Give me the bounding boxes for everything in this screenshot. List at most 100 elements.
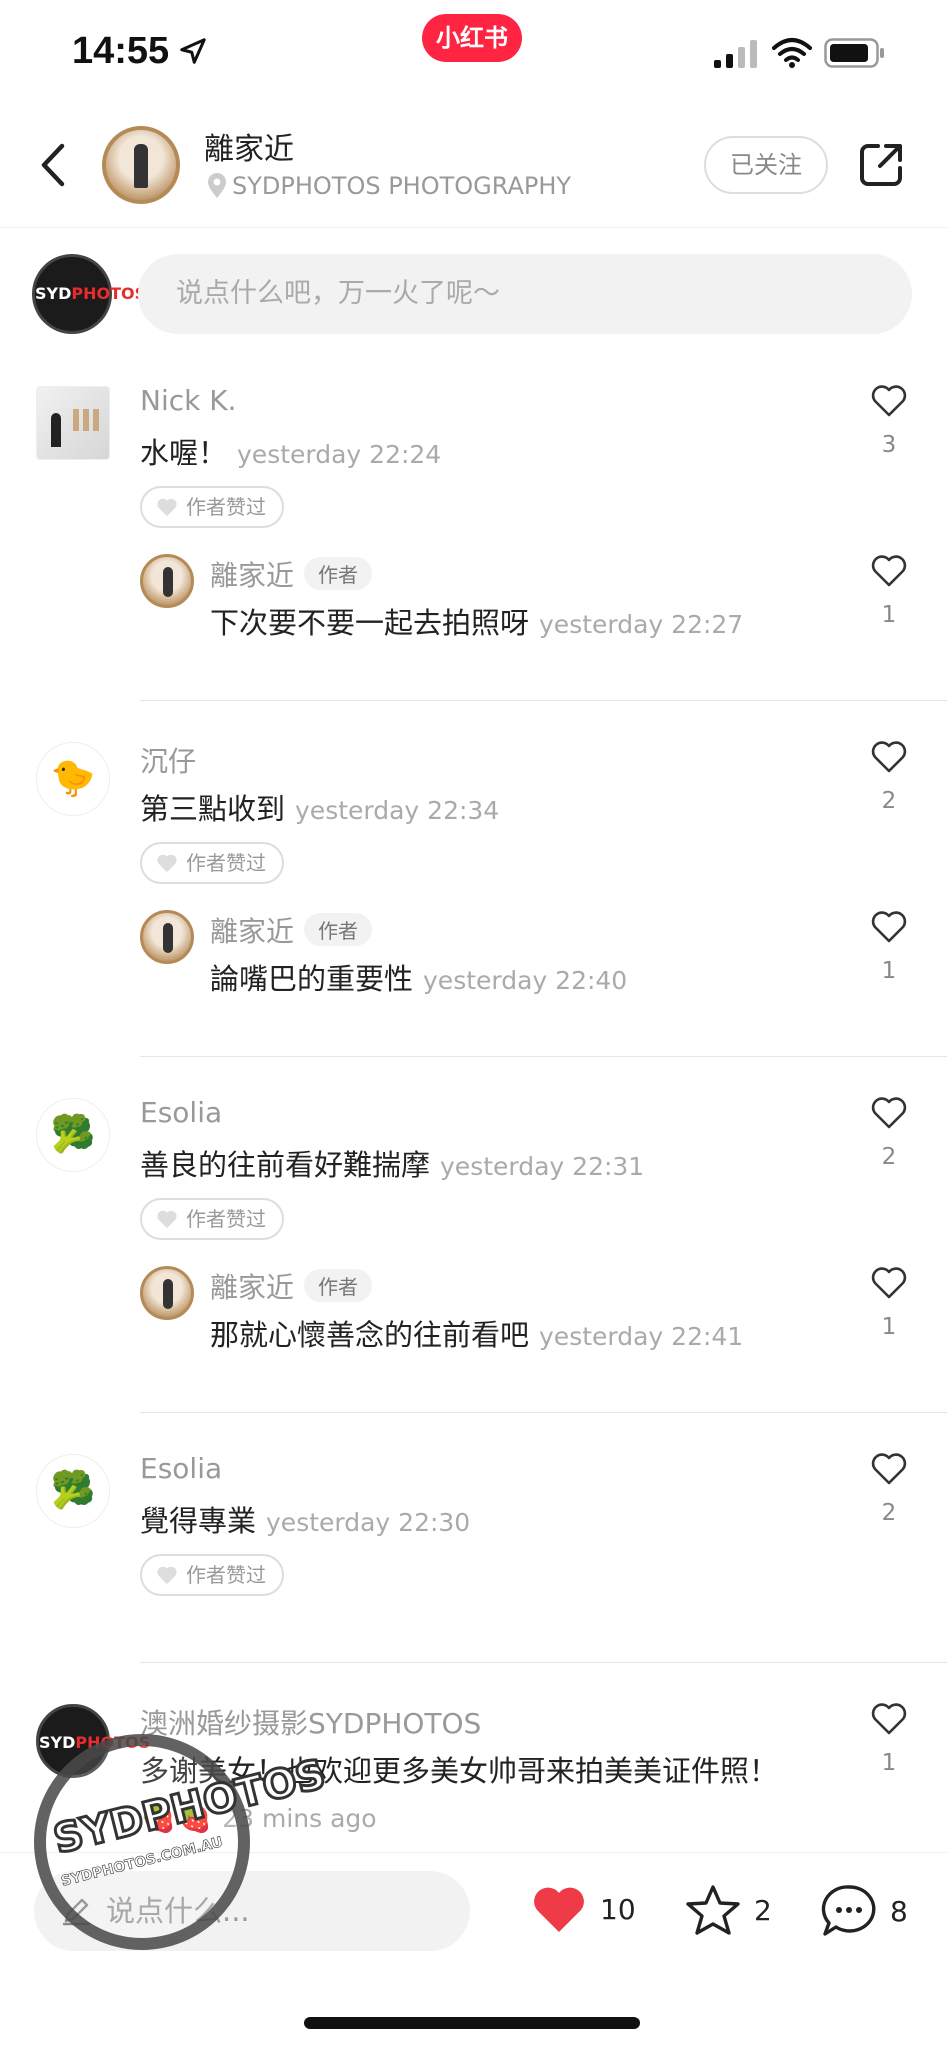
heart-outline-icon [871, 1097, 907, 1129]
comment-thread: 🥦 Esolia 善良的往前看好難揣摩 yesterday 22:31 作者赞过 … [0, 1082, 947, 1414]
like-count: 3 [881, 432, 897, 458]
post-like-button[interactable]: 10 [530, 1883, 636, 1935]
commenter-avatar[interactable] [36, 386, 110, 460]
post-comment-count: 8 [890, 1894, 908, 1928]
author-liked-badge: 作者赞过 [140, 842, 284, 884]
broccoli-icon: 🥦 [50, 1114, 96, 1155]
commenter-avatar[interactable]: 🐤 [36, 742, 110, 816]
comment-time: yesterday 22:34 [295, 796, 500, 825]
watermark-logo: SYDPHOTOS SYDPHOTOS.COM.AU [34, 1734, 331, 1950]
thread-divider [140, 1662, 947, 1663]
author-avatar[interactable] [102, 126, 180, 204]
status-time: 14:55 [72, 30, 170, 72]
like-count: 2 [881, 788, 897, 814]
post-header: 離家近 SYDPHOTOS PHOTOGRAPHY 已关注 [0, 100, 947, 228]
location-label: SYDPHOTOS PHOTOGRAPHY [232, 172, 572, 200]
comment-time: yesterday 22:31 [440, 1152, 645, 1181]
author-liked-badge: 作者赞过 [140, 1554, 284, 1596]
author-tag: 作者 [304, 913, 373, 946]
share-icon[interactable] [856, 140, 906, 190]
thread-spacer [0, 1058, 947, 1082]
heart-icon [157, 854, 177, 873]
comment-like-button[interactable]: 2 [867, 1096, 911, 1170]
comment-item: Nick K. 水喔！ yesterday 22:24 作者赞过 3 [0, 370, 947, 540]
like-count: 1 [881, 1750, 897, 1776]
reply-text[interactable]: 論嘴巴的重要性 yesterday 22:40 [210, 956, 627, 998]
heart-outline-icon [871, 1453, 907, 1485]
post-collect-count: 2 [754, 1893, 772, 1927]
author-liked-badge: 作者赞过 [140, 486, 284, 528]
comment-like-button[interactable]: 2 [867, 740, 911, 814]
reply-item: 離家近 作者 那就心懷善念的往前看吧 yesterday 22:41 1 [0, 1252, 947, 1414]
heart-icon [157, 498, 177, 517]
comment-thread: 🐤 沉仔 第三點收到 yesterday 22:34 作者赞过 2 離家近 作者 論… [0, 726, 947, 1058]
post-like-count: 10 [600, 1892, 636, 1926]
reply-time: yesterday 22:41 [539, 1322, 744, 1351]
comment-text[interactable]: 覺得專業 yesterday 22:30 [140, 1498, 470, 1540]
post-location[interactable]: SYDPHOTOS PHOTOGRAPHY [206, 172, 571, 200]
follow-button[interactable]: 已关注 [704, 136, 828, 194]
status-bar: 14:55 小红书 [0, 0, 947, 100]
reply-like-button[interactable]: 1 [867, 910, 911, 984]
heart-outline-icon [871, 741, 907, 773]
comment-composer: SYDPHOTOS 说点什么吧，万一火了呢～ [0, 252, 947, 336]
reply-like-button[interactable]: 1 [867, 554, 911, 628]
commenter-avatar[interactable]: 🥦 [36, 1098, 110, 1172]
replier-avatar[interactable] [140, 910, 194, 964]
star-icon [686, 1885, 740, 1935]
like-count: 1 [881, 958, 897, 984]
reply-like-button[interactable]: 1 [867, 1266, 911, 1340]
comment-time: yesterday 22:24 [237, 440, 442, 469]
like-count: 1 [881, 602, 897, 628]
wifi-icon [772, 38, 812, 68]
heart-icon [157, 1566, 177, 1585]
comment-input[interactable]: 说点什么吧，万一火了呢～ [138, 254, 912, 334]
reply-item: 離家近 作者 下次要不要一起去拍照呀 yesterday 22:27 1 [0, 540, 947, 702]
reply-time: yesterday 22:40 [423, 966, 628, 995]
replier-name[interactable]: 離家近 作者 [210, 1266, 373, 1306]
commenter-name[interactable]: 沉仔 [140, 740, 196, 780]
post-collect-button[interactable]: 2 [684, 1883, 772, 1937]
heart-outline-icon [871, 385, 907, 417]
commenter-avatar[interactable]: 🥦 [36, 1454, 110, 1528]
reply-text[interactable]: 下次要不要一起去拍照呀 yesterday 22:27 [210, 600, 743, 642]
back-arrow-icon[interactable] [36, 140, 70, 190]
thread-divider [140, 1056, 947, 1057]
author-tag: 作者 [304, 557, 373, 590]
heart-filled-icon [534, 1887, 584, 1932]
reply-text[interactable]: 那就心懷善念的往前看吧 yesterday 22:41 [210, 1312, 743, 1354]
replier-name[interactable]: 離家近 作者 [210, 910, 373, 950]
commenter-name[interactable]: Esolia [140, 1452, 222, 1485]
reply-time: yesterday 22:27 [539, 610, 744, 639]
thread-divider [140, 700, 947, 701]
comment-text[interactable]: 第三點收到 yesterday 22:34 [140, 786, 499, 828]
post-comment-button[interactable]: 8 [820, 1883, 908, 1939]
replier-avatar[interactable] [140, 1266, 194, 1320]
comment-item: 🥦 Esolia 覺得專業 yesterday 22:30 作者赞过 2 [0, 1438, 947, 1608]
chat-bubble-icon [821, 1885, 876, 1936]
comment-like-button[interactable]: 2 [867, 1452, 911, 1526]
like-count: 2 [881, 1144, 897, 1170]
heart-outline-icon [871, 1703, 907, 1735]
like-count: 2 [881, 1500, 897, 1526]
heart-outline-icon [871, 911, 907, 943]
thread-spacer [0, 1664, 947, 1688]
chick-icon: 🐤 [50, 758, 96, 799]
replier-avatar[interactable] [140, 554, 194, 608]
battery-icon [824, 38, 884, 68]
author-name[interactable]: 離家近 [204, 124, 294, 168]
like-count: 1 [881, 1314, 897, 1340]
comment-like-button[interactable]: 3 [867, 384, 911, 458]
location-pin-icon [208, 173, 226, 198]
comment-text[interactable]: 善良的往前看好難揣摩 yesterday 22:31 [140, 1142, 644, 1184]
comment-like-button[interactable]: 1 [867, 1702, 911, 1776]
location-arrow-icon [180, 38, 206, 64]
commenter-name[interactable]: 澳洲婚纱摄影SYDPHOTOS [140, 1702, 481, 1742]
thread-spacer [0, 702, 947, 726]
replier-name[interactable]: 離家近 作者 [210, 554, 373, 594]
commenter-name[interactable]: Nick K. [140, 384, 237, 417]
comment-list: Nick K. 水喔！ yesterday 22:24 作者赞过 3 離家近 作者 … [0, 370, 947, 1898]
commenter-name[interactable]: Esolia [140, 1096, 222, 1129]
comment-text[interactable]: 水喔！ yesterday 22:24 [140, 430, 441, 472]
heart-outline-icon [871, 1267, 907, 1299]
